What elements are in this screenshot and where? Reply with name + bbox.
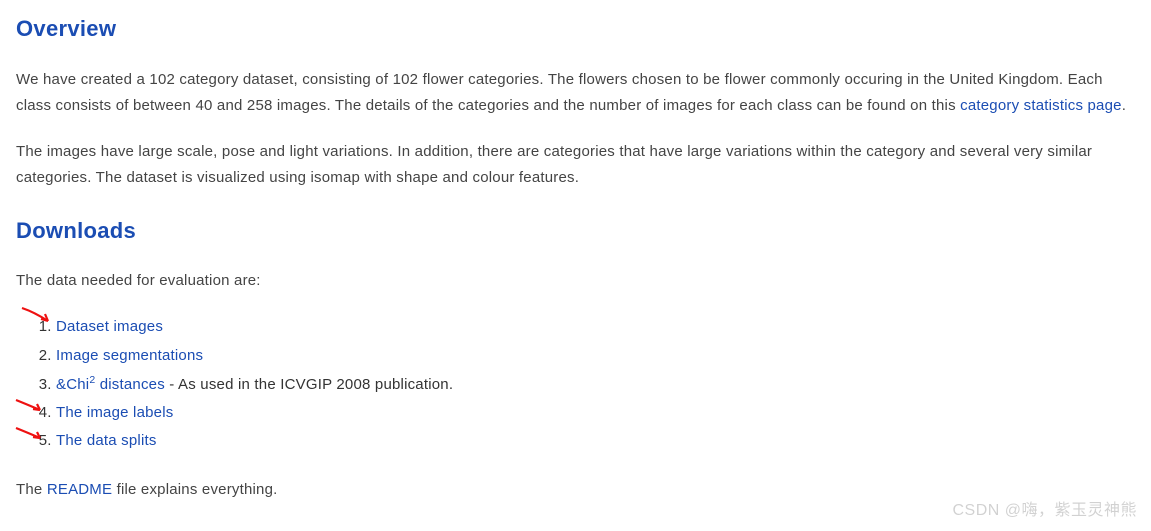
readme-link[interactable]: README xyxy=(47,481,112,498)
image-labels-link[interactable]: The image labels xyxy=(56,404,173,421)
text: distances xyxy=(95,376,165,393)
downloads-heading: Downloads xyxy=(16,212,1135,251)
text: - As used in the ICVGIP 2008 publication… xyxy=(165,376,453,393)
dataset-images-link[interactable]: Dataset images xyxy=(56,318,163,335)
list-item: The image labels xyxy=(56,400,1135,426)
overview-paragraph-2: The images have large scale, pose and li… xyxy=(16,139,1135,192)
text: We have created a 102 category dataset, … xyxy=(16,71,1103,114)
text: file explains everything. xyxy=(112,481,277,498)
image-segmentations-link[interactable]: Image segmentations xyxy=(56,347,203,364)
list-item: &Chi2 distances - As used in the ICVGIP … xyxy=(56,371,1135,398)
overview-heading: Overview xyxy=(16,10,1135,49)
readme-line: The README file explains everything. xyxy=(16,477,1135,503)
data-splits-link[interactable]: The data splits xyxy=(56,432,157,449)
text: . xyxy=(1122,97,1126,114)
downloads-list: Dataset images Image segmentations &Chi2… xyxy=(16,314,1135,454)
list-item: The data splits xyxy=(56,428,1135,454)
downloads-intro: The data needed for evaluation are: xyxy=(16,268,1135,294)
chi2-distances-link[interactable]: &Chi2 distances xyxy=(56,376,165,393)
list-item: Dataset images xyxy=(56,314,1135,340)
overview-paragraph-1: We have created a 102 category dataset, … xyxy=(16,67,1135,120)
list-item: Image segmentations xyxy=(56,343,1135,369)
text: The xyxy=(16,481,47,498)
category-statistics-link[interactable]: category statistics page xyxy=(960,97,1122,114)
text: &Chi xyxy=(56,376,89,393)
